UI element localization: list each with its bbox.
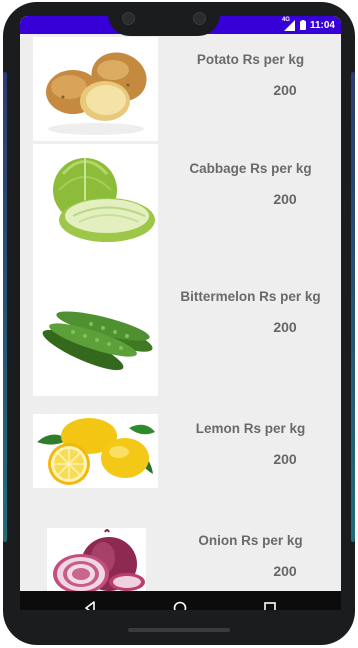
speaker-grille — [128, 628, 230, 632]
onion-image — [47, 528, 146, 591]
battery-icon — [299, 20, 306, 30]
list-item[interactable]: Lemon Rs per kg 200 — [20, 396, 341, 506]
device-edge-right — [351, 72, 355, 542]
phone-frame: 4G 11:04 Potato Rs per kg 200 Cabbage Rs… — [3, 2, 355, 645]
product-price: 200 — [273, 319, 297, 335]
product-price: 200 — [273, 191, 297, 207]
product-name: Bittermelon Rs per kg — [180, 289, 321, 304]
clock: 11:04 — [309, 19, 335, 31]
home-icon[interactable] — [171, 599, 189, 610]
back-icon[interactable] — [81, 599, 99, 610]
camera-notch — [108, 2, 220, 36]
navigation-bar — [20, 591, 341, 610]
product-price: 200 — [273, 451, 297, 467]
product-name: Onion Rs per kg — [198, 533, 303, 548]
lemon-image — [33, 414, 158, 488]
signal-icon: 4G — [282, 17, 296, 31]
product-name: Lemon Rs per kg — [195, 421, 306, 436]
list-item[interactable]: Cabbage Rs per kg 200 — [20, 144, 341, 254]
status-icons: 4G 11:04 — [282, 17, 335, 32]
product-name: Potato Rs per kg — [196, 52, 305, 67]
front-camera-icon — [122, 12, 135, 25]
app-screen: 4G 11:04 Potato Rs per kg 200 Cabbage Rs… — [20, 16, 341, 610]
list-item[interactable]: Potato Rs per kg 200 — [20, 34, 341, 144]
cabbage-image — [33, 144, 158, 254]
product-price: 200 — [273, 563, 297, 579]
device-edge-left — [3, 72, 7, 542]
product-name: Cabbage Rs per kg — [189, 161, 312, 176]
bittermelon-image — [33, 254, 158, 396]
front-sensor-icon — [193, 12, 206, 25]
list-item[interactable]: Bittermelon Rs per kg 200 — [20, 254, 341, 396]
recents-icon[interactable] — [261, 599, 279, 610]
product-list[interactable]: Potato Rs per kg 200 Cabbage Rs per kg 2… — [20, 34, 341, 591]
potato-image — [33, 37, 158, 141]
product-price: 200 — [273, 82, 297, 98]
